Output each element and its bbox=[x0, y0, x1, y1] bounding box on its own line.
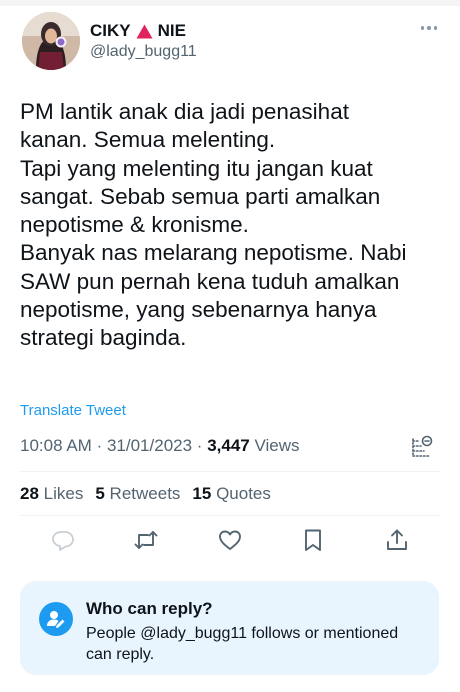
translate-tweet-link[interactable]: Translate Tweet bbox=[20, 402, 126, 419]
engagement-stats: 28 Likes 5 Retweets 15 Quotes bbox=[20, 484, 271, 504]
who-can-reply-title: Who can reply? bbox=[86, 599, 213, 618]
views-count: 3,447 bbox=[207, 436, 250, 455]
display-name-part1: CIKY bbox=[90, 21, 131, 40]
divider bbox=[20, 471, 440, 472]
display-name-part2: NIE bbox=[157, 21, 186, 40]
views-label: Views bbox=[254, 436, 300, 455]
likes-stat[interactable]: 28 Likes bbox=[20, 484, 83, 504]
meta-separator: · bbox=[96, 436, 103, 455]
who-can-reply-description: People @lady_bugg11 follows or mentioned… bbox=[86, 625, 399, 663]
tweet-meta: 10:08 AM · 31/01/2023 · 3,447 Views bbox=[20, 436, 300, 456]
tweet-line: PM lantik anak dia jadi penasihat bbox=[20, 99, 349, 124]
tweet-time[interactable]: 10:08 AM bbox=[20, 436, 92, 455]
tweet-actions bbox=[0, 527, 460, 553]
tweet-line: SAW pun pernah kena tuduh amalkan bbox=[20, 268, 400, 294]
retweets-label: Retweets bbox=[109, 484, 181, 503]
analytics-icon[interactable] bbox=[410, 435, 434, 459]
reply-restriction-icon bbox=[39, 602, 73, 636]
bookmark-icon[interactable] bbox=[300, 527, 326, 553]
retweets-stat[interactable]: 5 Retweets bbox=[95, 484, 180, 504]
warning-triangle-icon bbox=[136, 24, 153, 38]
share-icon[interactable] bbox=[384, 527, 410, 553]
quotes-label: Quotes bbox=[216, 484, 271, 503]
tweet-line: strategi baginda. bbox=[20, 325, 187, 351]
like-icon[interactable] bbox=[217, 527, 243, 553]
more-options-icon[interactable] bbox=[414, 20, 444, 36]
tweet-line: Tapi yang melenting itu jangan kuat bbox=[20, 155, 373, 181]
quotes-count: 15 bbox=[192, 484, 212, 503]
tweet-line: sangat. Sebab semua parti amalkan bbox=[20, 183, 381, 209]
avatar[interactable] bbox=[22, 12, 80, 70]
divider bbox=[20, 515, 440, 516]
tweet-date[interactable]: 31/01/2023 bbox=[107, 436, 192, 455]
who-can-reply-card: Who can reply? People @lady_bugg11 follo… bbox=[20, 581, 439, 675]
reply-icon[interactable] bbox=[50, 527, 76, 553]
meta-separator: · bbox=[196, 436, 203, 455]
author-handle[interactable]: @lady_bugg11 bbox=[90, 43, 197, 61]
tweet-line: nepotisme & kronisme. bbox=[20, 212, 249, 238]
likes-label: Likes bbox=[43, 484, 84, 503]
likes-count: 28 bbox=[20, 484, 39, 503]
retweets-count: 5 bbox=[95, 484, 105, 503]
avatar-image bbox=[22, 12, 80, 70]
author-name-row[interactable]: CIKY NIE bbox=[90, 19, 186, 43]
quotes-stat[interactable]: 15 Quotes bbox=[192, 484, 270, 504]
retweet-icon[interactable] bbox=[133, 527, 159, 553]
tweet-line: Banyak nas melarang nepotisme. Nabi bbox=[20, 240, 407, 266]
tweet-line: kanan. Semua melenting. bbox=[20, 127, 276, 153]
tweet-text: PM lantik anak dia jadi penasihat kanan.… bbox=[20, 98, 450, 353]
tweet-line: nepotisme, yang sebenarnya hanya bbox=[20, 297, 377, 323]
top-edge bbox=[0, 0, 460, 6]
